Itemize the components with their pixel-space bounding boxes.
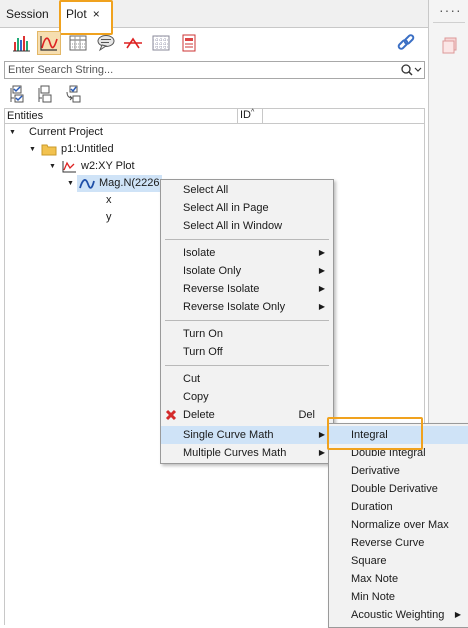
menu-item-label: Multiple Curves Math [183, 447, 287, 459]
tree-item-project[interactable]: ▼ Current Project [9, 124, 103, 141]
tree-item-plot[interactable]: ▼ w2:XY Plot [49, 158, 135, 175]
menu-item-label: Reverse Isolate Only [183, 301, 286, 313]
menu-item-square[interactable]: Square [329, 552, 468, 570]
tree-item-x[interactable]: x [106, 192, 112, 209]
tab-plot[interactable]: Plot × [60, 0, 112, 29]
menu-item-isolate-only[interactable]: Isolate Only ▶ [161, 262, 333, 280]
delete-icon [165, 409, 177, 427]
bar-chart-icon[interactable] [10, 31, 34, 55]
xy-plot-icon [61, 160, 77, 173]
menu-item-label: Delete [183, 409, 215, 421]
strip-divider [433, 22, 465, 23]
menu-item-delete[interactable]: Delete Del [161, 406, 333, 424]
single-curve-math-submenu: Integral Double Integral Derivative Doub… [328, 423, 468, 628]
entity-column-header: Entities ID^ [4, 108, 425, 124]
menu-item-double-derivative[interactable]: Double Derivative [329, 480, 468, 498]
submenu-arrow-icon: ▶ [318, 430, 325, 439]
menu-item-duration[interactable]: Duration [329, 498, 468, 516]
menu-item-select-all-in-page[interactable]: Select All in Page [161, 199, 333, 217]
collapse-arrow-icon[interactable]: ▼ [67, 175, 77, 192]
tab-session[interactable]: Session [0, 0, 54, 28]
collapse-all-icon[interactable] [34, 82, 58, 106]
link-icon[interactable] [394, 31, 418, 55]
menu-item-copy[interactable]: Copy [161, 388, 333, 406]
copy-window-icon[interactable] [441, 36, 459, 57]
tree-item-label: Mag.N(2226 [99, 177, 160, 189]
grid-icon[interactable] [149, 31, 173, 55]
close-icon[interactable]: × [93, 7, 100, 21]
submenu-arrow-icon: ▶ [318, 266, 325, 275]
tree-item-page[interactable]: ▼ p1:Untitled [29, 141, 114, 158]
folder-icon [41, 143, 57, 156]
menu-item-reverse-curve[interactable]: Reverse Curve [329, 534, 468, 552]
submenu-arrow-icon: ▶ [318, 248, 325, 257]
menu-item-isolate[interactable]: Isolate ▶ [161, 244, 333, 262]
tree-item-label: x [106, 194, 112, 206]
search-input[interactable] [5, 62, 395, 78]
menu-item-normalize-over-max[interactable]: Normalize over Max [329, 516, 468, 534]
submenu-arrow-icon: ▶ [454, 610, 461, 619]
menu-item-select-all[interactable]: Select All [161, 181, 333, 199]
menu-item-min-note[interactable]: Min Note [329, 588, 468, 606]
more-options-icon[interactable]: ···· [439, 2, 462, 18]
menu-item-cut[interactable]: Cut [161, 370, 333, 388]
search-icon[interactable] [400, 63, 422, 77]
expand-all-icon[interactable] [6, 82, 30, 106]
plot-toolbar [0, 29, 428, 59]
swap-selection-icon[interactable] [62, 82, 86, 106]
curve-icon [79, 178, 95, 190]
menu-separator [165, 239, 329, 240]
submenu-arrow-icon: ▶ [318, 302, 325, 311]
context-menu: Select All Select All in Page Select All… [160, 179, 334, 464]
menu-item-multiple-curves-math[interactable]: Multiple Curves Math ▶ [161, 444, 333, 462]
collapse-arrow-icon[interactable]: ▼ [9, 124, 19, 141]
menu-separator [165, 320, 329, 321]
table-icon[interactable] [66, 31, 90, 55]
curve-selection: Mag.N(2226 [77, 175, 162, 192]
tree-item-label: Current Project [29, 126, 103, 138]
menu-item-single-curve-math[interactable]: Single Curve Math ▶ [161, 426, 333, 444]
tab-plot-label: Plot [66, 7, 87, 21]
menu-item-turn-off[interactable]: Turn Off [161, 343, 333, 361]
menu-item-derivative[interactable]: Derivative [329, 462, 468, 480]
tab-bar: Session Plot × [0, 0, 428, 29]
menu-item-turn-on[interactable]: Turn On [161, 325, 333, 343]
line-icon[interactable] [121, 31, 145, 55]
search-box [4, 61, 425, 79]
submenu-arrow-icon: ▶ [318, 284, 325, 293]
menu-item-label: Reverse Isolate [183, 283, 260, 295]
id-column[interactable]: ID^ [237, 109, 263, 123]
menu-item-select-all-in-window[interactable]: Select All in Window [161, 217, 333, 235]
tree-item-label: p1:Untitled [61, 143, 114, 155]
menu-separator [165, 365, 329, 366]
submenu-arrow-icon: ▶ [318, 448, 325, 457]
entities-column[interactable]: Entities [7, 110, 43, 122]
menu-item-label: Single Curve Math [183, 429, 274, 441]
note-icon[interactable] [94, 31, 118, 55]
curve-icon[interactable] [37, 31, 61, 55]
shortcut-label: Del [298, 409, 315, 421]
tree-toolbar [0, 81, 428, 105]
page-icon[interactable] [177, 31, 201, 55]
menu-item-reverse-isolate-only[interactable]: Reverse Isolate Only ▶ [161, 298, 333, 316]
collapse-arrow-icon[interactable]: ▼ [49, 158, 59, 175]
menu-item-reverse-isolate[interactable]: Reverse Isolate ▶ [161, 280, 333, 298]
collapse-arrow-icon[interactable]: ▼ [29, 141, 39, 158]
menu-item-double-integral[interactable]: Double Integral [329, 444, 468, 462]
tree-item-label: y [106, 211, 112, 223]
tree-item-y[interactable]: y [106, 209, 112, 226]
menu-item-integral[interactable]: Integral [329, 426, 468, 444]
menu-item-label: Isolate Only [183, 265, 242, 277]
id-column-label: ID [240, 109, 251, 121]
sort-icon: ^ [251, 109, 255, 116]
menu-item-max-note[interactable]: Max Note [329, 570, 468, 588]
tree-item-curve[interactable]: ▼ Mag.N(2226 [67, 175, 162, 192]
menu-item-label: Acoustic Weighting [351, 609, 445, 621]
tree-item-label: w2:XY Plot [81, 160, 135, 172]
menu-item-acoustic-weighting[interactable]: Acoustic Weighting ▶ [329, 606, 468, 624]
menu-item-label: Isolate [183, 247, 216, 259]
